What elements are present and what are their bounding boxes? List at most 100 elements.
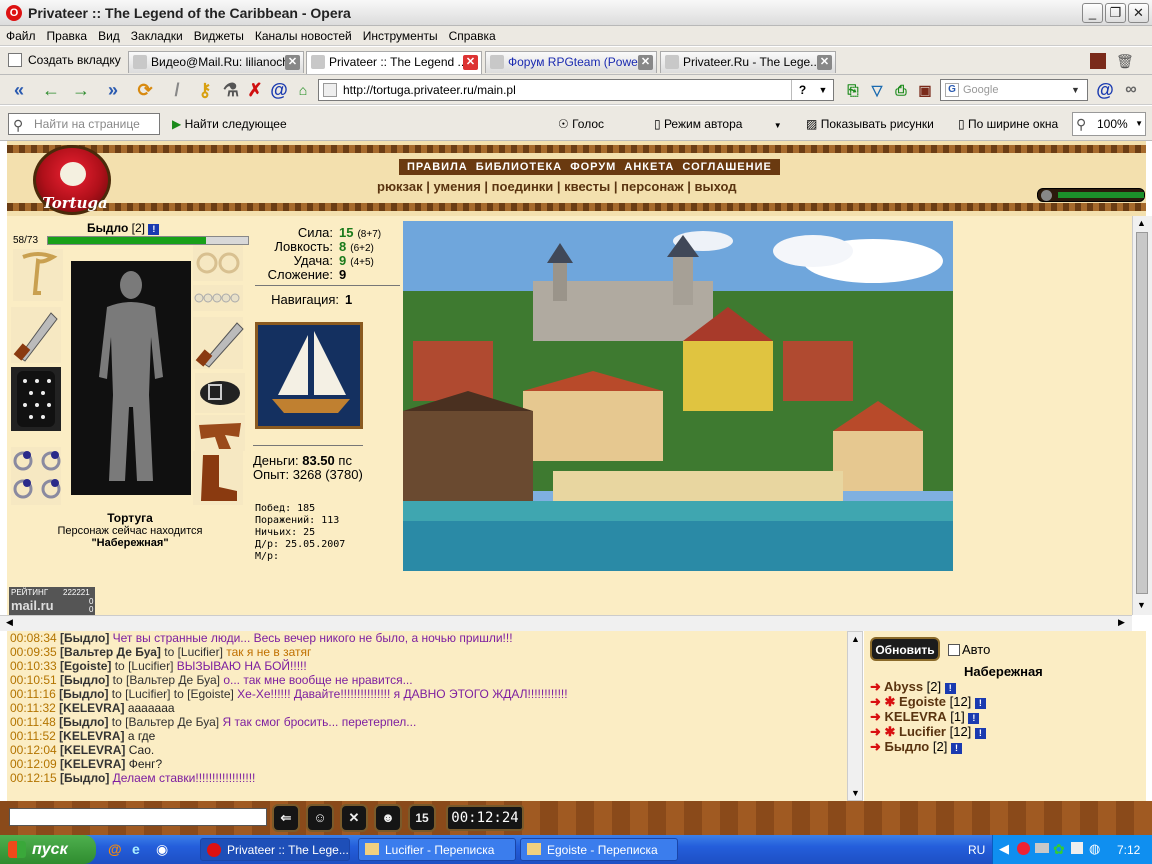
home-icon[interactable]: ⌂ <box>292 79 314 101</box>
contacts-button[interactable]: ☻ <box>374 804 402 832</box>
info-icon[interactable]: ! <box>974 698 986 709</box>
link-profile[interactable]: АНКЕТА <box>624 161 674 173</box>
menu-bookmarks[interactable]: Закладки <box>125 26 188 43</box>
back-arrow-button[interactable]: ⇐ <box>272 804 300 832</box>
menu-view[interactable]: Вид <box>92 26 125 43</box>
smiley-button[interactable]: ☺ <box>306 804 334 832</box>
minimize-button[interactable]: _ <box>1082 3 1103 23</box>
link-backpack[interactable]: рюкзак <box>377 179 423 194</box>
chat-recipient[interactable]: to [Lucifier] to [Egoiste] <box>108 687 234 701</box>
arrow-right-icon[interactable]: ➜ <box>870 709 885 724</box>
player-entry[interactable]: ➜ Быдло [2] ! <box>870 739 962 755</box>
page-add-icon[interactable]: ⎙ <box>890 79 912 101</box>
menu-widgets[interactable]: Виджеты <box>188 26 249 43</box>
chat-recipient[interactable]: to [Lucifier] <box>111 659 174 673</box>
tab-privateer[interactable]: Privateer :: The Legend ... ✕ <box>306 51 482 74</box>
player-name[interactable]: Lucifier <box>899 724 946 739</box>
back-icon[interactable]: ← <box>40 79 62 101</box>
zoom-select[interactable]: ⚲ 100% ▼ <box>1072 112 1146 136</box>
info-icon[interactable]: ! <box>950 743 962 754</box>
armor-slot[interactable] <box>11 367 61 431</box>
chat-author[interactable]: [KELEVRA] <box>59 701 124 715</box>
ship-portrait[interactable] <box>255 322 363 429</box>
pearls-slot[interactable] <box>193 285 243 311</box>
scroll-up-icon[interactable]: ▲ <box>851 634 860 644</box>
tortuga-logo[interactable]: Tortuga <box>33 145 111 215</box>
link-skills[interactable]: умения <box>433 179 480 194</box>
tab-close-icon[interactable]: ✕ <box>285 55 300 70</box>
auto-checkbox[interactable]: Авто <box>948 642 990 657</box>
chevron-down-icon[interactable]: ▼ <box>1071 80 1085 100</box>
location-scene[interactable] <box>403 221 953 571</box>
link-quests[interactable]: квесты <box>564 179 610 194</box>
reload-icon[interactable]: ⟳ <box>134 79 156 101</box>
player-entry[interactable]: ➜ ✱ Egoiste [12] ! <box>870 694 986 710</box>
chat-author[interactable]: [Вальтер Де Буа] <box>60 645 161 659</box>
voice-button[interactable]: ☉ Голос <box>558 117 604 131</box>
player-name[interactable]: Egoiste <box>899 694 946 709</box>
address-field[interactable]: http://tortuga.privateer.ru/main.pl ? ▼ <box>318 79 834 101</box>
tab-forum[interactable]: Форум RPGteam (Power... ✕ <box>485 51 657 73</box>
find-input[interactable]: ⚲ Найти на странице <box>8 113 160 135</box>
scroll-left-icon[interactable]: ◀ <box>6 617 13 628</box>
filter-icon[interactable]: ▽ <box>866 79 888 101</box>
count-button[interactable]: 15 <box>408 804 436 832</box>
link-agreement[interactable]: СОГЛАШЕНИЕ <box>682 161 771 173</box>
scroll-down-icon[interactable]: ▼ <box>1137 600 1146 610</box>
link-library[interactable]: БИБЛИОТЕКА <box>476 161 562 173</box>
link-forum[interactable]: ФОРУМ <box>570 161 616 173</box>
info-icon[interactable]: ! <box>148 224 160 235</box>
task-privateer[interactable]: Privateer :: The Lege... <box>200 838 350 861</box>
horizontal-scrollbar[interactable]: ◀ ▶ <box>0 615 1132 631</box>
help-icon[interactable]: ? <box>791 80 813 100</box>
weapon-right-slot[interactable] <box>193 317 244 369</box>
fast-forward-icon[interactable]: » <box>102 79 124 101</box>
boots-slot[interactable] <box>193 451 243 505</box>
scroll-right-icon[interactable]: ▶ <box>1118 617 1125 628</box>
mail-agent-icon[interactable]: @ <box>108 841 122 857</box>
chat-author[interactable]: [KELEVRA] <box>60 757 125 771</box>
tray-arrow-icon[interactable]: ◀ <box>999 841 1009 857</box>
chat-author[interactable]: [KELEVRA] <box>59 729 124 743</box>
search-input[interactable]: G Google ▼ <box>940 79 1088 101</box>
chat-author[interactable]: [Быдло] <box>59 715 108 729</box>
tab-close-icon[interactable]: ✕ <box>463 55 478 70</box>
player-name[interactable]: KELEVRA <box>885 709 947 724</box>
tab-video-mail[interactable]: Видео@Mail.Ru: lilianoch... ✕ <box>128 51 304 73</box>
chat-recipient[interactable]: to [Lucifier] <box>161 645 223 659</box>
menu-edit[interactable]: Правка <box>41 26 93 43</box>
player-entry[interactable]: ➜ ✱ Lucifier [12] ! <box>870 724 986 740</box>
clear-button[interactable]: ✕ <box>340 804 368 832</box>
menu-help[interactable]: Справка <box>443 26 501 43</box>
trash-icon[interactable]: 🗑 <box>1116 53 1134 69</box>
scroll-thumb[interactable] <box>1136 232 1148 594</box>
find-next-button[interactable]: ▶ Найти следующее <box>172 117 287 131</box>
wand-icon[interactable]: ⚗ <box>220 79 242 101</box>
task-lucifier[interactable]: Lucifier - Переписка <box>358 838 516 861</box>
mail-icon[interactable]: @ <box>268 79 290 101</box>
chat-author[interactable]: [Egoiste] <box>60 659 111 673</box>
player-name[interactable]: Abyss <box>884 679 923 694</box>
chat-author[interactable]: [Быдло] <box>60 673 109 687</box>
tab-privateer-ru[interactable]: Privateer.Ru - The Lege... ✕ <box>660 51 836 73</box>
chat-author[interactable]: [Быдло] <box>60 771 109 785</box>
glasses-icon[interactable]: ∞ <box>1120 79 1142 101</box>
menu-feeds[interactable]: Каналы новостей <box>249 26 357 43</box>
scroll-up-icon[interactable]: ▲ <box>1137 218 1146 228</box>
closed-tabs-icon[interactable] <box>1090 53 1106 69</box>
tray-icq-icon[interactable]: ✿ <box>1053 841 1065 858</box>
belt-slot[interactable] <box>195 373 245 413</box>
arrow-right-icon[interactable]: ➜ <box>870 694 885 709</box>
tray-device-icon[interactable] <box>1035 843 1049 853</box>
mail-icon[interactable]: @ <box>1094 79 1116 101</box>
sash-slot[interactable] <box>195 415 245 451</box>
link-rules[interactable]: ПРАВИЛА <box>407 161 468 173</box>
link-character[interactable]: персонаж <box>621 179 684 194</box>
chat-input[interactable] <box>9 808 267 826</box>
link-duels[interactable]: поединки <box>492 179 554 194</box>
arrow-right-icon[interactable]: ➜ <box>870 739 885 754</box>
tray-target-icon[interactable] <box>1017 842 1030 855</box>
close-button[interactable]: ✕ <box>1128 3 1149 23</box>
tab-close-icon[interactable]: ✕ <box>817 55 832 70</box>
rating-counter[interactable]: РЕЙТИНГ 222221 mail.ru 0 0 <box>9 587 95 615</box>
